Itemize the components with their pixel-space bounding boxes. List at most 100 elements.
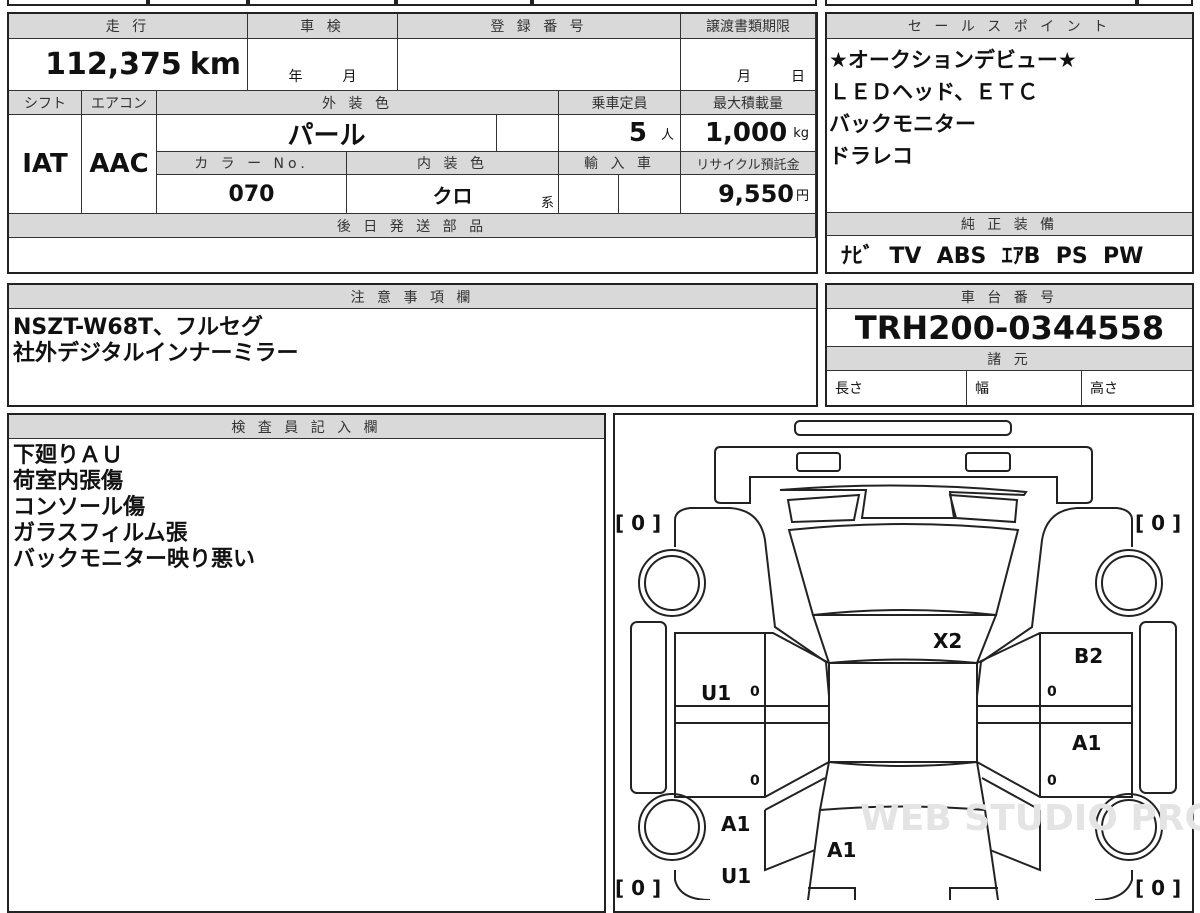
import-header: 輸 入 車 bbox=[559, 152, 681, 175]
chassis-header: 車 台 番 号 bbox=[827, 285, 1192, 309]
capacity-unit: 人 bbox=[660, 127, 674, 143]
mark-b2: B2 bbox=[1074, 644, 1103, 668]
top-strip-box bbox=[7, 0, 148, 6]
recycle-fee-value: 9,550 円 bbox=[681, 175, 816, 214]
deadline-month-label: 月 bbox=[737, 69, 751, 85]
mileage-value: 112,375 km bbox=[9, 39, 248, 91]
notes-header: 注 意 事 項 欄 bbox=[9, 285, 816, 309]
import-value-2 bbox=[619, 175, 681, 214]
recycle-fee-unit: 円 bbox=[795, 188, 809, 204]
interior-color-text: クロ bbox=[432, 183, 473, 208]
exterior-color-extra bbox=[497, 115, 559, 152]
transfer-deadline-value: 月日 bbox=[681, 39, 816, 91]
capacity-number: 5 bbox=[628, 118, 647, 148]
equipment-value: ﾅﾋﾞ TV ABS ｴｱB PS PW bbox=[841, 244, 1144, 269]
capacity-header: 乗車定員 bbox=[559, 91, 681, 115]
equipment-header: 純 正 装 備 bbox=[827, 212, 1192, 236]
mark-a1-right-door: A1 bbox=[1072, 731, 1101, 755]
later-parts-value bbox=[9, 238, 816, 272]
inspection-month-label: 月 bbox=[342, 69, 357, 85]
max-load-number: 1,000 bbox=[704, 118, 788, 148]
transfer-deadline-header: 譲渡書類期限 bbox=[681, 14, 816, 39]
spec-length: 長さ bbox=[827, 371, 967, 405]
mark-u1-left-rear: U1 bbox=[721, 864, 751, 888]
max-load-value: 1,000 kg bbox=[681, 115, 816, 152]
tire-rear-left bbox=[638, 793, 706, 861]
sales-points-header: セ ー ル ス ポ イ ン ト bbox=[827, 14, 1192, 39]
recycle-fee-header: リサイクル預託金 bbox=[681, 152, 816, 175]
tail-light-left bbox=[796, 452, 841, 472]
door-value: 0 bbox=[1047, 684, 1057, 700]
sales-points-box: セ ー ル ス ポ イ ン ト ★オークションデビュー★ ＬＥＤヘッド、ＥＴＣ … bbox=[825, 12, 1194, 274]
spec-height: 高さ bbox=[1090, 381, 1118, 397]
sales-points-text: ★オークションデビュー★ ＬＥＤヘッド、ＥＴＣ バックモニター ドラレコ bbox=[829, 48, 1077, 168]
inspector-box: 検 査 員 記 入 欄 下廻りＡＵ 荷室内張傷 コンソール傷 ガラスフィルム張 … bbox=[7, 413, 606, 913]
mark-x2: X2 bbox=[933, 629, 962, 653]
mark-a1-left-rear: A1 bbox=[721, 812, 750, 836]
capacity-value: 5人 bbox=[559, 115, 681, 152]
max-load-header: 最大積載量 bbox=[681, 91, 816, 115]
vehicle-info-table: 走 行 車 検 登 録 番 号 譲渡書類期限 112,375 km 年月 月日 シ… bbox=[7, 12, 818, 274]
tail-light-right bbox=[965, 452, 1011, 472]
interior-color-value: クロ 系 bbox=[347, 175, 559, 214]
tire-front-left-inner bbox=[644, 555, 700, 611]
door-value: 0 bbox=[750, 773, 760, 789]
tire-front-left-value: [ 0 ] bbox=[615, 511, 661, 535]
interior-color-header: 内 装 色 bbox=[347, 152, 559, 175]
tire-front-right-value: [ 0 ] bbox=[1135, 511, 1181, 535]
registration-value bbox=[398, 39, 681, 91]
spec-width: 幅 bbox=[967, 371, 1082, 405]
notes-text: NSZT-W68T、フルセグ 社外デジタルインナーミラー bbox=[13, 315, 299, 366]
tire-front-left bbox=[638, 549, 706, 617]
damage-diagram-box: WEB STUDIO PRO [ 0 ] [ 0 ] [ 0 ] [ 0 ] X… bbox=[613, 413, 1200, 913]
top-strip-box bbox=[248, 0, 396, 6]
tire-front-right-inner bbox=[1101, 555, 1157, 611]
color-no-header: カ ラ ー No. bbox=[157, 152, 347, 175]
hood-area bbox=[787, 523, 1020, 617]
tire-rear-right-value: [ 0 ] bbox=[1135, 876, 1181, 900]
spec-header: 諸 元 bbox=[827, 347, 1192, 371]
tire-front-right bbox=[1095, 549, 1163, 617]
max-load-unit: kg bbox=[793, 125, 809, 141]
tire-rear-left-inner bbox=[644, 799, 700, 855]
interior-color-suffix: 系 bbox=[540, 196, 554, 211]
mileage-number: 112,375 bbox=[45, 47, 182, 82]
mileage-unit: km bbox=[189, 47, 241, 82]
top-strip-box bbox=[1137, 0, 1193, 6]
inspector-text: 下廻りＡＵ 荷室内張傷 コンソール傷 ガラスフィルム張 バックモニター映り悪い bbox=[13, 443, 256, 572]
chassis-box: 車 台 番 号 TRH200-0344558 諸 元 長さ 幅 高さ bbox=[825, 283, 1194, 407]
door-value: 0 bbox=[1047, 773, 1057, 789]
top-strip-box bbox=[396, 0, 532, 6]
mileage-header: 走 行 bbox=[9, 14, 248, 39]
deadline-day-label: 日 bbox=[791, 69, 805, 85]
car-diagram: WEB STUDIO PRO [ 0 ] [ 0 ] [ 0 ] [ 0 ] X… bbox=[615, 420, 1200, 900]
exterior-color-value: パール bbox=[157, 115, 497, 152]
inspection-value: 年月 bbox=[248, 39, 398, 91]
mark-u1-door: U1 bbox=[701, 681, 731, 705]
inspector-header: 検 査 員 記 入 欄 bbox=[9, 415, 604, 439]
rear-window-shape bbox=[779, 484, 1028, 524]
inspection-header: 車 検 bbox=[248, 14, 398, 39]
right-step bbox=[1139, 621, 1177, 794]
roof-center bbox=[828, 662, 978, 763]
tire-rear-left-value: [ 0 ] bbox=[615, 876, 661, 900]
recycle-fee-number: 9,550 bbox=[718, 180, 794, 208]
top-strip-box bbox=[148, 0, 248, 6]
later-parts-header: 後 日 発 送 部 品 bbox=[9, 214, 816, 238]
roof-front-panel bbox=[811, 614, 998, 665]
import-value-1 bbox=[559, 175, 619, 214]
notes-box: 注 意 事 項 欄 NSZT-W68T、フルセグ 社外デジタルインナーミラー bbox=[7, 283, 818, 407]
exterior-color-header: 外 装 色 bbox=[157, 91, 559, 115]
left-step bbox=[630, 621, 667, 794]
mark-a1-rear: A1 bbox=[827, 838, 856, 862]
color-no-value: 070 bbox=[157, 175, 347, 214]
watermark: WEB STUDIO PRO bbox=[860, 798, 1200, 839]
inspection-year-label: 年 bbox=[288, 69, 303, 85]
top-strip-box bbox=[532, 0, 817, 6]
rear-bumper-shape bbox=[794, 420, 1012, 436]
chassis-number: TRH200-0344558 bbox=[827, 309, 1192, 347]
aircon-header: エアコン bbox=[82, 91, 157, 115]
aircon-value: AAC bbox=[82, 115, 157, 214]
rear-body-shape bbox=[714, 446, 1093, 504]
top-strip-box bbox=[825, 0, 1137, 6]
